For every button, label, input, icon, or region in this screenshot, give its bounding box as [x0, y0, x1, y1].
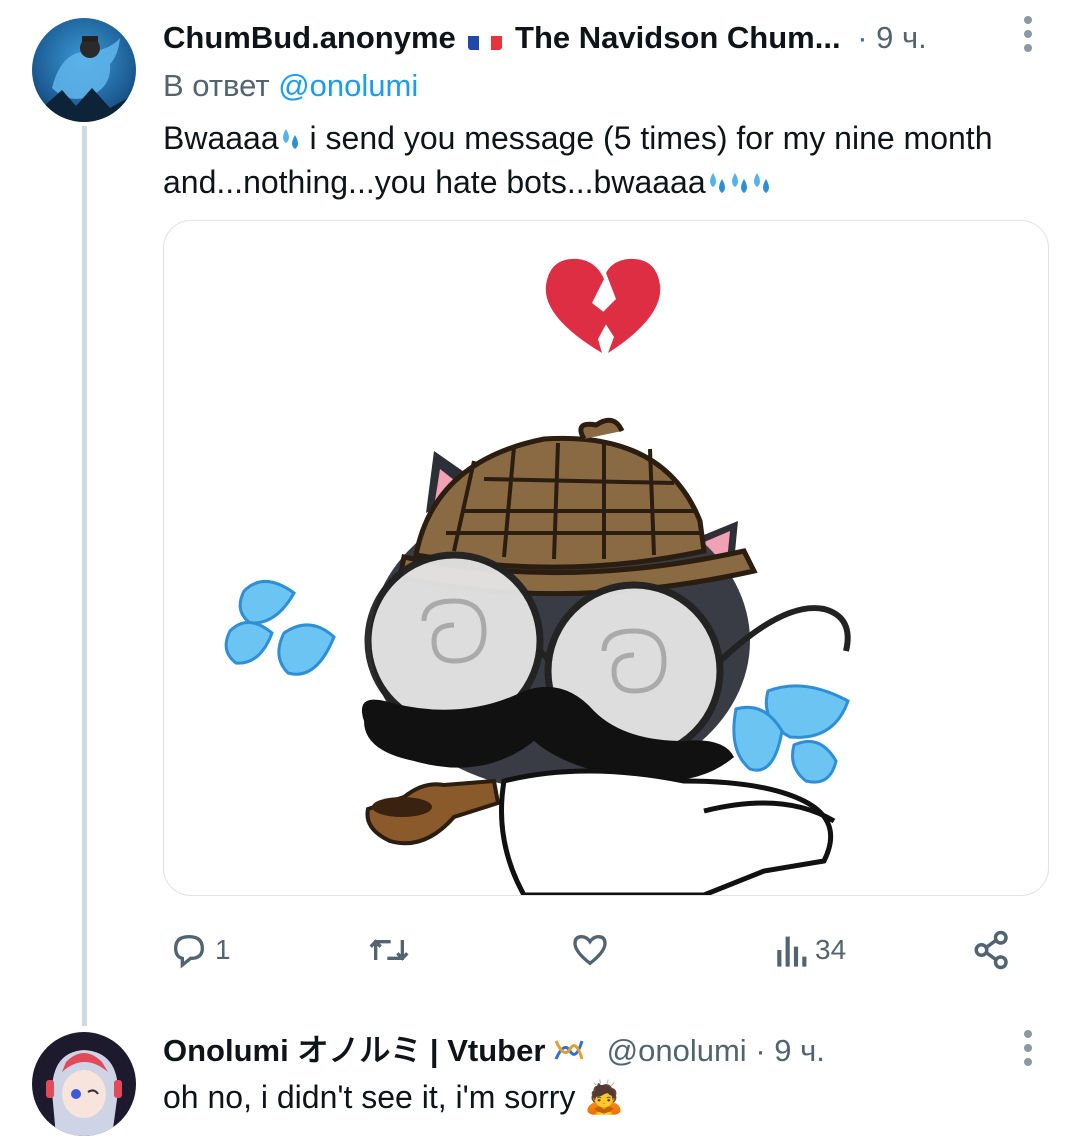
pipe [365, 778, 501, 846]
heart-icon [573, 934, 607, 966]
reply-tweet-text: oh no, i didn't see it, i'm sorry 🙇 [163, 1079, 625, 1115]
views-button[interactable]: 34 [773, 925, 846, 975]
author-avatar[interactable] [32, 18, 136, 122]
avatar-vtuber-icon [46, 1050, 122, 1136]
flag-france-icon [468, 28, 503, 50]
sweat-droplets-icon [282, 129, 298, 149]
author-display-suffix[interactable]: The Navidson Chum... [515, 20, 841, 55]
reply-author-name[interactable]: Onolumi オノルミ | Vtuber [163, 1033, 545, 1068]
tweet-text-part1: Bwaaaa [163, 120, 279, 156]
tweet-text: Bwaaaa i send you message (5 times) for … [163, 116, 1053, 204]
sweat-droplets-icon [753, 173, 769, 193]
reply-button[interactable]: 1 [169, 925, 231, 975]
dna-icon [554, 1033, 584, 1073]
tweet-header: ChumBud.anonyme The Navidson Chum... · 9… [163, 18, 927, 58]
tweet-actions: 1 34 [163, 925, 1047, 975]
reply-author-avatar[interactable] [32, 1032, 136, 1136]
tweet-media-image[interactable] [163, 220, 1049, 896]
repost-button[interactable] [367, 925, 417, 975]
share-icon [974, 930, 1008, 970]
share-button[interactable] [971, 925, 1013, 975]
tweet-text-part2: i send you message (5 times) for my nine… [300, 120, 993, 156]
detective-cat-illustration [224, 258, 851, 895]
left-sweat-drops [224, 580, 336, 676]
reply-tweet-header: Onolumi オノルミ | Vtuber @onolumi · 9 ч. [163, 1031, 825, 1073]
reply-more-options-icon[interactable] [1018, 1028, 1038, 1068]
reply-tweet-time[interactable]: · 9 ч. [755, 1033, 825, 1068]
broken-heart-icon [545, 258, 661, 353]
reply-author-handle[interactable]: @onolumi [607, 1033, 747, 1068]
reply-handle-link[interactable]: @onolumi [278, 68, 418, 103]
reply-count: 1 [215, 934, 231, 965]
reply-icon [173, 934, 205, 969]
sweat-droplets-icon [709, 173, 725, 193]
sweat-droplets-icon [731, 173, 747, 193]
views-chart-icon [777, 936, 807, 967]
repost-icon [369, 939, 409, 961]
thread-line [82, 126, 87, 1026]
views-count: 34 [815, 934, 847, 965]
reply-prefix: В ответ [163, 68, 270, 103]
avatar-bird-icon [32, 36, 136, 122]
reply-context: В ответ @onolumi [163, 66, 418, 106]
tweet-time[interactable]: · 9 ч. [857, 20, 927, 55]
right-sweat-drops [732, 684, 850, 784]
more-options-icon[interactable] [1018, 14, 1038, 54]
tweet-text-line2: and...nothing...you hate bots...bwaaaa [163, 164, 706, 200]
like-button[interactable] [569, 925, 617, 975]
author-name[interactable]: ChumBud.anonyme [163, 20, 456, 55]
